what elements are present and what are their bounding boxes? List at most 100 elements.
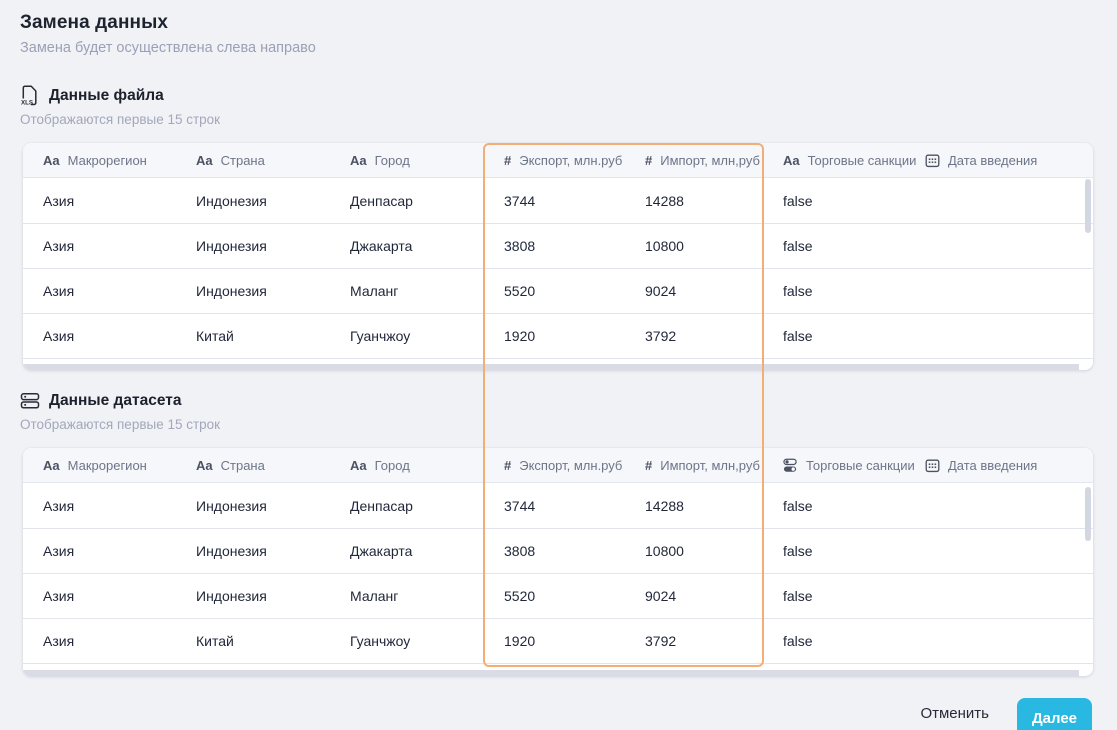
table-cell bbox=[905, 224, 1093, 268]
column-header-country: Aa Страна bbox=[176, 448, 330, 482]
column-header-import: # Импорт, млн,руб bbox=[625, 448, 763, 482]
table-cell: 5520 bbox=[504, 588, 536, 604]
table-cell: Азия bbox=[43, 283, 75, 299]
table-cell: Азия bbox=[43, 328, 75, 344]
dataset-data-table: Aa Макрорегион Aa Страна Aa Город # Экспорт, мл… bbox=[23, 448, 1093, 676]
table-cell: Азия bbox=[43, 238, 75, 254]
table-cell bbox=[905, 619, 1093, 663]
table-cell: 3792 bbox=[645, 633, 677, 649]
table-row: Азия Индонезия Маланг 5520 9024 false bbox=[23, 268, 1093, 313]
table-header-row: Aa Макрорегион Aa Страна Aa Город # Экспорт, мл… bbox=[23, 143, 1093, 178]
database-icon bbox=[20, 390, 40, 411]
column-header-city: Aa Город bbox=[330, 448, 484, 482]
table-cell: 14288 bbox=[645, 497, 684, 514]
column-label: Импорт, млн,руб bbox=[660, 457, 760, 473]
table-row: Азия Индонезия Денпасар 3744 14288 false bbox=[23, 178, 1093, 223]
column-header-date: Дата введения bbox=[905, 143, 1093, 177]
text-type-icon: Aa bbox=[350, 152, 367, 168]
table-cell: Китай bbox=[196, 633, 234, 649]
number-type-icon: # bbox=[504, 457, 512, 473]
toggle-type-icon bbox=[783, 458, 798, 473]
table-cell bbox=[905, 529, 1093, 573]
table-cell bbox=[905, 269, 1093, 313]
table-body: Азия Индонезия Денпасар 3744 14288 false Азия И… bbox=[23, 178, 1093, 365]
text-type-icon: Aa bbox=[43, 457, 60, 473]
table-cell: Индонезия bbox=[196, 543, 267, 559]
table-cell: 1920 bbox=[504, 328, 536, 344]
table-cell: 3744 bbox=[504, 497, 536, 514]
section-title-file: Данные файла bbox=[49, 86, 164, 104]
table-row: Азия Индонезия Маланг 5520 9024 false bbox=[23, 573, 1093, 618]
column-label: Импорт, млн,руб bbox=[660, 152, 760, 168]
table-cell: 10800 bbox=[645, 238, 684, 254]
table-header-row: Aa Макрорегион Aa Страна Aa Город # Экспорт, мл… bbox=[23, 448, 1093, 483]
column-label: Торговые санкции bbox=[807, 152, 917, 168]
column-header-date: Дата введения bbox=[905, 448, 1093, 482]
table-cell: Азия bbox=[43, 497, 75, 514]
vertical-scrollbar-thumb[interactable] bbox=[1085, 487, 1091, 541]
table-cell: 1920 bbox=[504, 633, 536, 649]
column-header-export: # Экспорт, млн.руб bbox=[484, 143, 625, 177]
table-cell: Китай bbox=[196, 328, 234, 344]
table-cell: 9024 bbox=[645, 588, 677, 604]
table-cell: 3808 bbox=[504, 543, 536, 559]
table-cell: Азия bbox=[43, 543, 75, 559]
column-header-sanctions: Aa Торговые санкции bbox=[763, 143, 916, 177]
column-label: Страна bbox=[220, 152, 265, 168]
text-type-icon: Aa bbox=[196, 152, 213, 168]
horizontal-scrollbar-thumb[interactable] bbox=[23, 364, 1079, 370]
table-cell bbox=[905, 483, 1093, 528]
table-cell: 9024 bbox=[645, 283, 677, 299]
column-label: Экспорт, млн.руб bbox=[519, 152, 623, 168]
table-cell: Индонезия bbox=[196, 497, 267, 514]
horizontal-scrollbar-thumb[interactable] bbox=[23, 670, 1079, 676]
calendar-icon bbox=[925, 458, 940, 473]
column-label: Макрорегион bbox=[67, 457, 147, 473]
table-cell: 10800 bbox=[645, 543, 684, 559]
table-cell: Маланг bbox=[350, 283, 399, 299]
file-data-section-header: XLS Данные файла Отображаются первые 15 … bbox=[20, 85, 220, 127]
table-cell: Денпасар bbox=[350, 192, 413, 209]
table-cell: false bbox=[783, 543, 813, 559]
next-button[interactable]: Далее bbox=[1017, 698, 1092, 730]
section-subtitle-file: Отображаются первые 15 строк bbox=[20, 112, 221, 127]
table-cell: false bbox=[783, 633, 813, 649]
text-type-icon: Aa bbox=[350, 457, 367, 473]
table-cell bbox=[905, 314, 1093, 358]
table-cell: 3808 bbox=[504, 238, 536, 254]
column-label: Макрорегион bbox=[67, 152, 147, 168]
column-label: Дата введения bbox=[948, 152, 1038, 168]
column-header-export: # Экспорт, млн.руб bbox=[484, 448, 625, 482]
column-header-macroregion: Aa Макрорегион bbox=[23, 448, 176, 482]
table-cell: false bbox=[783, 497, 813, 514]
table-cell bbox=[905, 574, 1093, 618]
number-type-icon: # bbox=[645, 457, 653, 473]
table-cell: false bbox=[783, 192, 813, 209]
cancel-button[interactable]: Отменить bbox=[916, 703, 993, 724]
replace-data-modal: Замена данных Замена будет осуществлена … bbox=[0, 0, 1117, 730]
table-cell: false bbox=[783, 283, 813, 299]
table-cell: Маланг bbox=[350, 588, 399, 604]
section-subtitle-dataset: Отображаются первые 15 строк bbox=[20, 417, 221, 432]
column-header-sanctions: Торговые санкции bbox=[763, 448, 915, 482]
table-cell: false bbox=[783, 588, 813, 604]
table-cell: Гуанчжоу bbox=[350, 328, 411, 344]
table-cell: Индонезия bbox=[196, 588, 267, 604]
dataset-data-section-header: Данные датасета Отображаются первые 15 с… bbox=[20, 390, 221, 433]
calendar-icon bbox=[925, 153, 940, 168]
column-label: Город bbox=[374, 457, 410, 473]
table-cell: 3792 bbox=[645, 328, 677, 344]
page-subtitle: Замена будет осуществлена слева направо bbox=[20, 40, 316, 56]
table-cell: 3744 bbox=[504, 192, 536, 209]
table-cell: Джакарта bbox=[350, 238, 413, 254]
number-type-icon: # bbox=[645, 152, 653, 168]
table-cell: Индонезия bbox=[196, 192, 267, 209]
table-row: Азия Индонезия Джакарта 3808 10800 false bbox=[23, 223, 1093, 268]
vertical-scrollbar-thumb[interactable] bbox=[1085, 179, 1091, 233]
table-row: Азия Индонезия Денпасар 3744 14288 false bbox=[23, 483, 1093, 528]
svg-text:XLS: XLS bbox=[21, 100, 33, 107]
table-cell: Азия bbox=[43, 633, 75, 649]
table-row: Азия Китай Гуанчжоу 1920 3792 false bbox=[23, 313, 1093, 358]
table-cell: Гуанчжоу bbox=[350, 633, 411, 649]
column-header-city: Aa Город bbox=[330, 143, 484, 177]
